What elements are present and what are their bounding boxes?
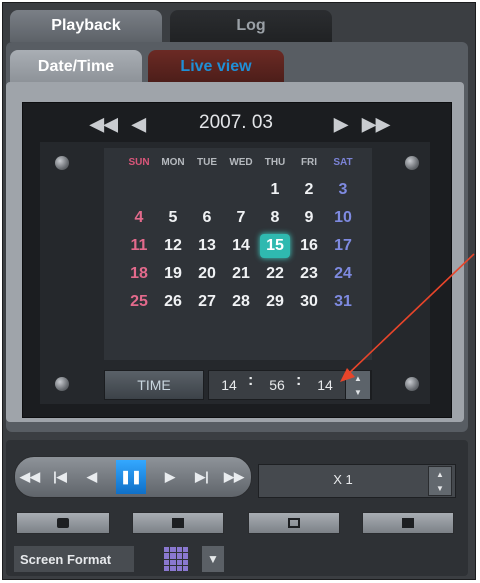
backup-button[interactable] bbox=[362, 512, 454, 534]
calendar-day[interactable]: 17 bbox=[328, 234, 358, 258]
calendar-day[interactable]: 4 bbox=[124, 206, 154, 230]
grid-layout-icon[interactable] bbox=[164, 547, 188, 571]
speed-spinner[interactable]: ▲ ▼ bbox=[428, 466, 452, 496]
calendar-day[interactable]: 26 bbox=[158, 290, 188, 314]
calendar-day[interactable]: 28 bbox=[226, 290, 256, 314]
calendar-day[interactable]: 3 bbox=[328, 178, 358, 202]
step-back-button[interactable]: |◀ bbox=[48, 460, 72, 494]
calendar-day[interactable]: 25 bbox=[124, 290, 154, 314]
calendar-day[interactable]: 22 bbox=[260, 262, 290, 286]
hour-field[interactable]: 14 bbox=[214, 374, 244, 396]
next-month-button[interactable]: ▶ bbox=[334, 114, 348, 135]
zoom-button[interactable] bbox=[248, 512, 340, 534]
calendar-day[interactable]: 11 bbox=[124, 234, 154, 258]
calendar-day[interactable]: 30 bbox=[294, 290, 324, 314]
arrow-up-icon[interactable]: ▲ bbox=[354, 374, 362, 383]
weekday-header: THU bbox=[264, 157, 286, 168]
calendar-day[interactable]: 1 bbox=[260, 178, 290, 202]
calendar-day-selected[interactable]: 15 bbox=[260, 234, 290, 258]
camera-icon bbox=[57, 518, 69, 528]
calendar-day[interactable]: 13 bbox=[192, 234, 222, 258]
time-separator: : bbox=[296, 372, 302, 389]
calendar-day[interactable]: 23 bbox=[294, 262, 324, 286]
tab-live-view[interactable]: Live view bbox=[148, 50, 284, 84]
calendar-day[interactable]: 7 bbox=[226, 206, 256, 230]
export-button[interactable] bbox=[132, 512, 224, 534]
calendar-day[interactable]: 19 bbox=[158, 262, 188, 286]
fast-forward-button[interactable]: ▶▶ bbox=[222, 460, 246, 494]
tab-date-time[interactable]: Date/Time bbox=[10, 50, 142, 84]
play-button[interactable]: ▶ bbox=[158, 460, 182, 494]
fast-rewind-button[interactable]: ◀◀ bbox=[18, 460, 42, 494]
calendar-day[interactable]: 14 bbox=[226, 234, 256, 258]
calendar-day[interactable]: 16 bbox=[294, 234, 324, 258]
month-label: 2007. 03 bbox=[199, 112, 273, 133]
disk-icon bbox=[402, 518, 414, 528]
speed-value: X 1 bbox=[333, 472, 353, 487]
step-forward-button[interactable]: ▶| bbox=[190, 460, 214, 494]
prev-month-button[interactable]: ◀ bbox=[132, 114, 146, 135]
time-separator: : bbox=[248, 372, 254, 389]
calendar-day[interactable]: 9 bbox=[294, 206, 324, 230]
weekday-header: MON bbox=[161, 157, 185, 168]
calendar-day[interactable]: 5 bbox=[158, 206, 188, 230]
weekday-header: SUN bbox=[128, 157, 150, 168]
arrow-down-icon[interactable]: ▼ bbox=[354, 388, 362, 397]
screw-icon bbox=[405, 156, 419, 170]
calendar-day[interactable]: 8 bbox=[260, 206, 290, 230]
zoom-icon bbox=[288, 518, 300, 528]
time-button[interactable]: TIME bbox=[104, 370, 204, 400]
calendar-day[interactable]: 24 bbox=[328, 262, 358, 286]
calendar-day[interactable]: 10 bbox=[328, 206, 358, 230]
weekday-header: WED bbox=[229, 157, 253, 168]
calendar-day[interactable]: 21 bbox=[226, 262, 256, 286]
tab-log[interactable]: Log bbox=[170, 10, 332, 42]
calendar-day[interactable]: 20 bbox=[192, 262, 222, 286]
next-year-button[interactable]: ▶▶ bbox=[362, 114, 390, 135]
reverse-play-button[interactable]: ◀ bbox=[80, 460, 104, 494]
screen-format-label: Screen Format bbox=[14, 546, 134, 572]
chevron-down-icon[interactable]: ▼ bbox=[202, 546, 224, 572]
snapshot-button[interactable] bbox=[16, 512, 110, 534]
screw-icon bbox=[405, 377, 419, 391]
minute-field[interactable]: 56 bbox=[262, 374, 292, 396]
weekday-header: FRI bbox=[300, 157, 318, 168]
export-icon bbox=[172, 518, 184, 528]
calendar-day[interactable]: 31 bbox=[328, 290, 358, 314]
calendar-day[interactable]: 2 bbox=[294, 178, 324, 202]
time-spinner[interactable]: ▲ ▼ bbox=[345, 370, 371, 400]
calendar-day[interactable]: 6 bbox=[192, 206, 222, 230]
weekday-header: TUE bbox=[197, 157, 217, 168]
screw-icon bbox=[55, 156, 69, 170]
calendar-day[interactable]: 18 bbox=[124, 262, 154, 286]
screw-icon bbox=[55, 377, 69, 391]
tab-playback[interactable]: Playback bbox=[10, 10, 162, 42]
calendar-day[interactable]: 27 bbox=[192, 290, 222, 314]
calendar-day[interactable]: 29 bbox=[260, 290, 290, 314]
calendar-day[interactable]: 12 bbox=[158, 234, 188, 258]
weekday-header: SAT bbox=[333, 157, 353, 168]
pause-button[interactable]: ❚❚ bbox=[116, 460, 146, 494]
arrow-up-icon[interactable]: ▲ bbox=[436, 470, 444, 479]
prev-year-button[interactable]: ◀◀ bbox=[90, 114, 118, 135]
second-field[interactable]: 14 bbox=[310, 374, 340, 396]
arrow-down-icon[interactable]: ▼ bbox=[436, 484, 444, 493]
